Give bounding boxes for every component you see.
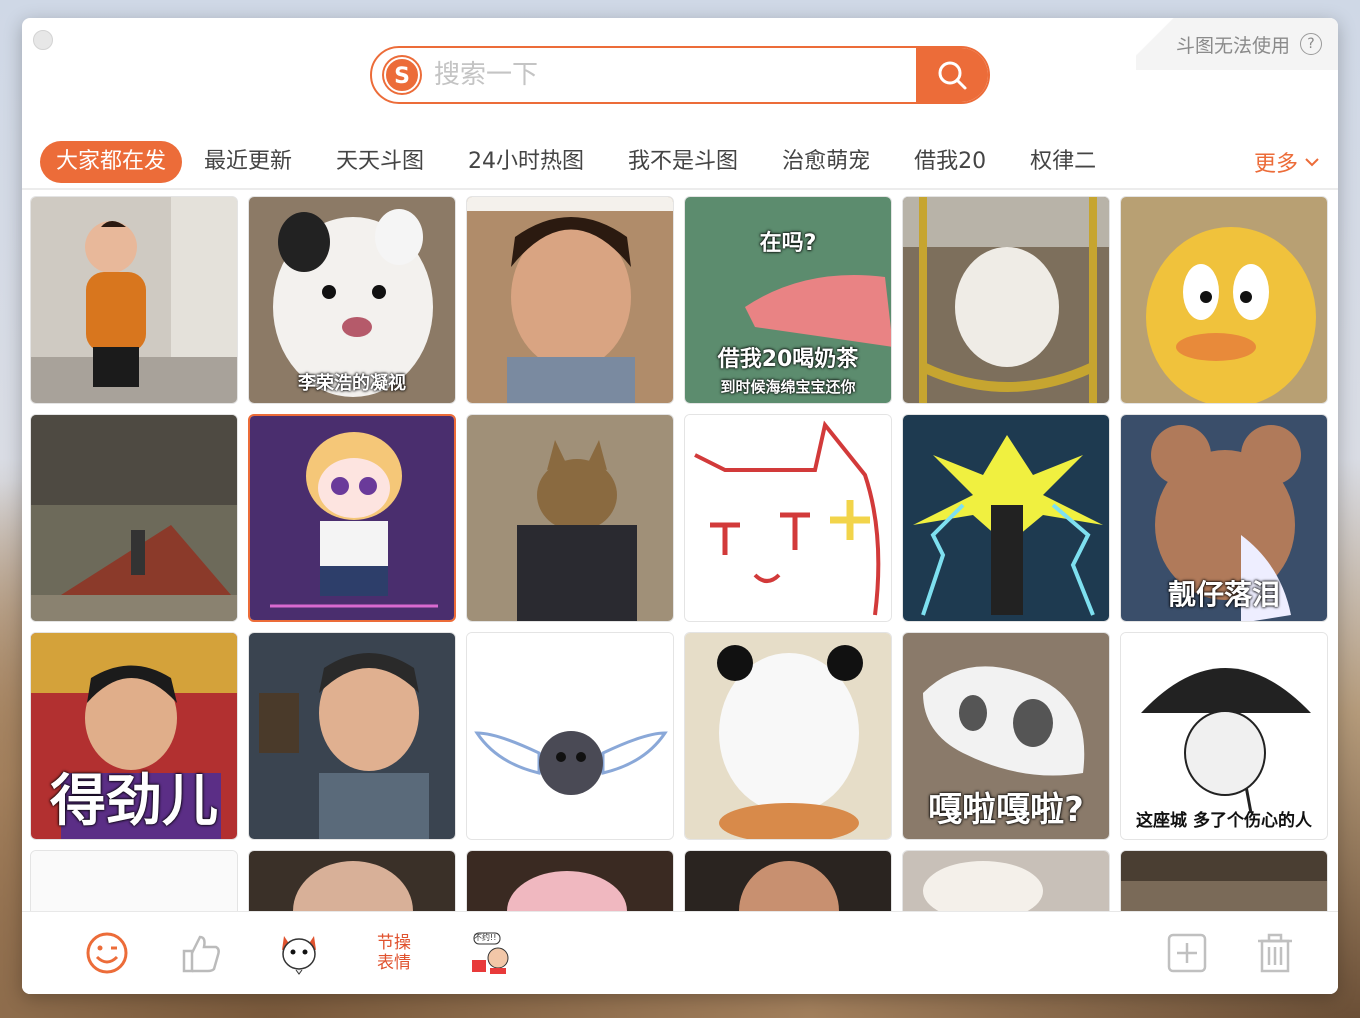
tab-recent-updates[interactable]: 最近更新 xyxy=(182,141,314,183)
sticker-yellow-duck[interactable] xyxy=(1120,196,1328,404)
search-button[interactable] xyxy=(916,48,988,102)
sticker-panda-noodles[interactable] xyxy=(684,632,892,840)
sticker-panda-umbrella[interactable]: 这座城 多了个伤心的人 xyxy=(1120,632,1328,840)
jiecao-line1: 节操 xyxy=(377,933,411,953)
emoji-face-icon[interactable] xyxy=(82,928,132,978)
sticker-caption: 李荣浩的凝视 xyxy=(298,373,406,394)
search-input[interactable] xyxy=(422,59,916,91)
sticker-top-caption: 在吗? xyxy=(759,231,817,256)
sticker-grid: 李荣浩的凝视 在吗? 借我20喝奶茶 到时候海绵宝宝还你 靓仔落泪 得劲儿 嘎啦… xyxy=(30,196,1330,914)
sticker-partial-2[interactable] xyxy=(248,850,456,914)
buyue-label: 不约!! xyxy=(474,933,497,942)
sticker-running-kid[interactable] xyxy=(30,196,238,404)
thumbs-up-icon[interactable] xyxy=(177,928,227,978)
tab-24h-hot[interactable]: 24小时热图 xyxy=(446,141,606,183)
sticker-puppy-stare[interactable]: 李荣浩的凝视 xyxy=(248,196,456,404)
more-tabs-button[interactable]: 更多 xyxy=(1254,146,1320,178)
svg-text:S: S xyxy=(394,64,410,89)
sogou-logo-icon: S xyxy=(382,55,422,95)
search-icon xyxy=(938,61,967,90)
sticker-partial-6[interactable] xyxy=(1120,850,1328,914)
sticker-cat-suit[interactable] xyxy=(466,414,674,622)
tab-lend-me-20[interactable]: 借我20 xyxy=(892,141,1008,183)
sticker-cat-face-drawing[interactable] xyxy=(684,414,892,622)
sticker-man-gun[interactable] xyxy=(248,632,456,840)
sticker-partial-5[interactable] xyxy=(902,850,1110,914)
tab-everyone-sending[interactable]: 大家都在发 xyxy=(40,141,183,183)
bottom-toolbar: 节操 表情 不约!! xyxy=(22,911,1338,994)
sticker-man-bricks[interactable] xyxy=(30,414,238,622)
buyue-sticker-pack[interactable]: 不约!! xyxy=(466,928,516,978)
sticker-lightning-man[interactable] xyxy=(902,414,1110,622)
sticker-cat-skull-mask[interactable]: 嘎啦嘎啦? xyxy=(902,632,1110,840)
more-label: 更多 xyxy=(1253,152,1298,177)
sticker-caption: 靓仔落泪 xyxy=(1167,578,1280,611)
sticker-jerry-crying[interactable]: 靓仔落泪 xyxy=(1120,414,1328,622)
window-close-button[interactable] xyxy=(33,30,53,50)
sticker-patrick-hand[interactable]: 在吗? 借我20喝奶茶 到时候海绵宝宝还你 xyxy=(684,196,892,404)
sticker-dog-swing[interactable] xyxy=(902,196,1110,404)
tab-quan-lv-er[interactable]: 权律二 xyxy=(1008,141,1118,183)
sticker-caption: 得劲儿 xyxy=(50,769,218,834)
chevron-down-icon xyxy=(1305,158,1319,167)
corner-help-label: 斗图无法使用 xyxy=(1175,34,1290,57)
sticker-caption: 这座城 多了个伤心的人 xyxy=(1136,811,1312,831)
tab-daily-battle[interactable]: 天天斗图 xyxy=(314,141,446,183)
question-circle-icon: ? xyxy=(1300,33,1322,55)
sticker-man-looking-down[interactable] xyxy=(466,196,674,404)
jiecao-line2: 表情 xyxy=(377,953,411,973)
trash-icon[interactable] xyxy=(1250,928,1300,978)
category-tabs: 大家都在发 最近更新 天天斗图 24小时热图 我不是斗图 治愈萌宠 借我20 权… xyxy=(22,136,1338,190)
sticker-caption: 借我20喝奶茶 xyxy=(717,347,859,372)
corner-help[interactable]: 斗图无法使用 ? xyxy=(1135,18,1338,70)
tab-healing-pets[interactable]: 治愈萌宠 xyxy=(760,141,892,183)
search-bar: S xyxy=(370,46,990,104)
sticker-subcaption: 到时候海绵宝宝还你 xyxy=(720,378,856,396)
mascot-dog-icon[interactable] xyxy=(274,928,324,978)
sticker-man-microphone[interactable]: 得劲儿 xyxy=(30,632,238,840)
sticker-partial-3[interactable] xyxy=(466,850,674,914)
jiecao-sticker-pack[interactable]: 节操 表情 xyxy=(369,928,419,978)
sticker-partial-1[interactable] xyxy=(30,850,238,914)
add-square-icon[interactable] xyxy=(1162,928,1212,978)
sticker-anime-girl-dance[interactable] xyxy=(248,414,456,622)
sticker-partial-4[interactable] xyxy=(684,850,892,914)
sticker-caption: 嘎啦嘎啦? xyxy=(928,790,1084,830)
sticker-window: 斗图无法使用 ? S 大家都在发 最近更新 天天斗图 24小时热图 我不是斗图 … xyxy=(22,18,1338,994)
tab-not-battle[interactable]: 我不是斗图 xyxy=(606,141,760,183)
sticker-winged-moon[interactable] xyxy=(466,632,674,840)
